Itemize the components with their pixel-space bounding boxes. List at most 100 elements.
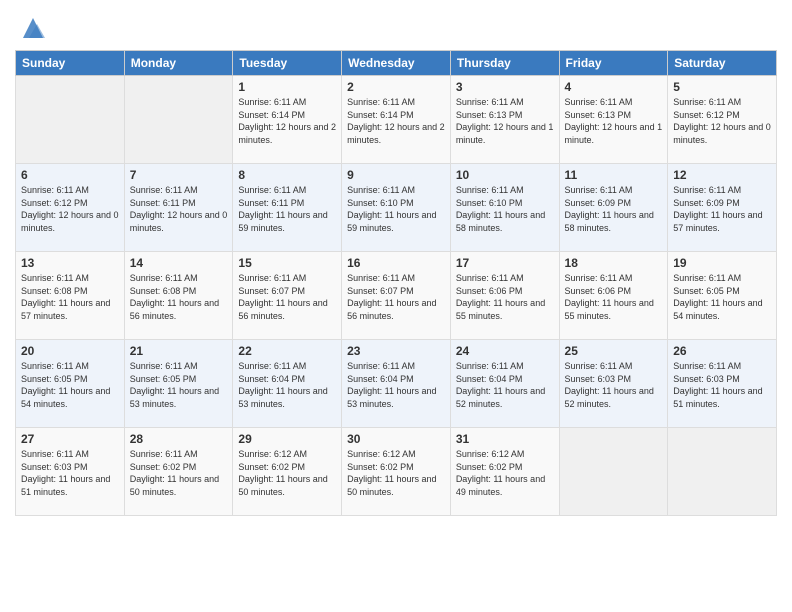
day-info: Sunrise: 6:11 AM Sunset: 6:08 PM Dayligh…	[130, 272, 228, 322]
day-number: 17	[456, 256, 554, 270]
calendar-cell: 28 Sunrise: 6:11 AM Sunset: 6:02 PM Dayli…	[124, 428, 233, 516]
page-header	[15, 10, 777, 42]
day-info: Sunrise: 6:11 AM Sunset: 6:03 PM Dayligh…	[21, 448, 119, 498]
calendar-cell	[559, 428, 668, 516]
logo-icon	[19, 14, 47, 42]
day-info: Sunrise: 6:11 AM Sunset: 6:03 PM Dayligh…	[673, 360, 771, 410]
calendar-cell: 25 Sunrise: 6:11 AM Sunset: 6:03 PM Dayli…	[559, 340, 668, 428]
day-info: Sunrise: 6:11 AM Sunset: 6:02 PM Dayligh…	[130, 448, 228, 498]
day-number: 1	[238, 80, 336, 94]
day-info: Sunrise: 6:11 AM Sunset: 6:13 PM Dayligh…	[565, 96, 663, 146]
calendar-cell: 23 Sunrise: 6:11 AM Sunset: 6:04 PM Dayli…	[342, 340, 451, 428]
day-number: 19	[673, 256, 771, 270]
day-info: Sunrise: 6:12 AM Sunset: 6:02 PM Dayligh…	[347, 448, 445, 498]
day-info: Sunrise: 6:12 AM Sunset: 6:02 PM Dayligh…	[238, 448, 336, 498]
calendar-week-row: 6 Sunrise: 6:11 AM Sunset: 6:12 PM Daylig…	[16, 164, 777, 252]
day-info: Sunrise: 6:11 AM Sunset: 6:05 PM Dayligh…	[130, 360, 228, 410]
day-number: 4	[565, 80, 663, 94]
weekday-header-row: SundayMondayTuesdayWednesdayThursdayFrid…	[16, 51, 777, 76]
calendar-cell: 30 Sunrise: 6:12 AM Sunset: 6:02 PM Dayli…	[342, 428, 451, 516]
day-info: Sunrise: 6:11 AM Sunset: 6:14 PM Dayligh…	[238, 96, 336, 146]
day-info: Sunrise: 6:11 AM Sunset: 6:11 PM Dayligh…	[238, 184, 336, 234]
weekday-header-sunday: Sunday	[16, 51, 125, 76]
calendar-cell: 18 Sunrise: 6:11 AM Sunset: 6:06 PM Dayli…	[559, 252, 668, 340]
day-number: 18	[565, 256, 663, 270]
day-number: 8	[238, 168, 336, 182]
calendar-week-row: 13Sunrise: 6:11 AM Sunset: 6:08 PM Dayli…	[16, 252, 777, 340]
calendar-cell: 19 Sunrise: 6:11 AM Sunset: 6:05 PM Dayli…	[668, 252, 777, 340]
day-number: 30	[347, 432, 445, 446]
calendar-cell	[124, 76, 233, 164]
day-number: 7	[130, 168, 228, 182]
day-info: Sunrise: 6:11 AM Sunset: 6:08 PM Dayligh…	[21, 272, 119, 322]
calendar-cell: 11Sunrise: 6:11 AM Sunset: 6:09 PM Dayli…	[559, 164, 668, 252]
day-number: 24	[456, 344, 554, 358]
calendar-cell: 4 Sunrise: 6:11 AM Sunset: 6:13 PM Daylig…	[559, 76, 668, 164]
day-info: Sunrise: 6:11 AM Sunset: 6:04 PM Dayligh…	[456, 360, 554, 410]
day-number: 28	[130, 432, 228, 446]
day-info: Sunrise: 6:11 AM Sunset: 6:11 PM Dayligh…	[130, 184, 228, 234]
day-number: 26	[673, 344, 771, 358]
day-number: 21	[130, 344, 228, 358]
day-number: 3	[456, 80, 554, 94]
calendar-cell: 14Sunrise: 6:11 AM Sunset: 6:08 PM Dayli…	[124, 252, 233, 340]
day-number: 31	[456, 432, 554, 446]
calendar-cell: 3 Sunrise: 6:11 AM Sunset: 6:13 PM Daylig…	[450, 76, 559, 164]
day-number: 27	[21, 432, 119, 446]
day-number: 9	[347, 168, 445, 182]
weekday-header-wednesday: Wednesday	[342, 51, 451, 76]
day-number: 29	[238, 432, 336, 446]
calendar-cell: 12Sunrise: 6:11 AM Sunset: 6:09 PM Dayli…	[668, 164, 777, 252]
calendar-week-row: 1 Sunrise: 6:11 AM Sunset: 6:14 PM Daylig…	[16, 76, 777, 164]
calendar-week-row: 20 Sunrise: 6:11 AM Sunset: 6:05 PM Dayli…	[16, 340, 777, 428]
calendar-cell: 10Sunrise: 6:11 AM Sunset: 6:10 PM Dayli…	[450, 164, 559, 252]
calendar-cell	[16, 76, 125, 164]
calendar-cell: 1 Sunrise: 6:11 AM Sunset: 6:14 PM Daylig…	[233, 76, 342, 164]
day-info: Sunrise: 6:11 AM Sunset: 6:04 PM Dayligh…	[347, 360, 445, 410]
weekday-header-monday: Monday	[124, 51, 233, 76]
calendar-cell: 16Sunrise: 6:11 AM Sunset: 6:07 PM Dayli…	[342, 252, 451, 340]
day-info: Sunrise: 6:11 AM Sunset: 6:07 PM Dayligh…	[347, 272, 445, 322]
day-number: 10	[456, 168, 554, 182]
calendar-cell: 27 Sunrise: 6:11 AM Sunset: 6:03 PM Dayli…	[16, 428, 125, 516]
calendar-cell: 9 Sunrise: 6:11 AM Sunset: 6:10 PM Daylig…	[342, 164, 451, 252]
day-info: Sunrise: 6:11 AM Sunset: 6:09 PM Dayligh…	[673, 184, 771, 234]
weekday-header-thursday: Thursday	[450, 51, 559, 76]
day-info: Sunrise: 6:11 AM Sunset: 6:03 PM Dayligh…	[565, 360, 663, 410]
day-number: 5	[673, 80, 771, 94]
day-number: 6	[21, 168, 119, 182]
calendar-cell: 24 Sunrise: 6:11 AM Sunset: 6:04 PM Dayli…	[450, 340, 559, 428]
day-info: Sunrise: 6:11 AM Sunset: 6:05 PM Dayligh…	[673, 272, 771, 322]
day-info: Sunrise: 6:11 AM Sunset: 6:12 PM Dayligh…	[21, 184, 119, 234]
day-number: 11	[565, 168, 663, 182]
day-number: 23	[347, 344, 445, 358]
calendar-week-row: 27 Sunrise: 6:11 AM Sunset: 6:03 PM Dayli…	[16, 428, 777, 516]
day-info: Sunrise: 6:11 AM Sunset: 6:06 PM Dayligh…	[565, 272, 663, 322]
calendar-cell: 7 Sunrise: 6:11 AM Sunset: 6:11 PM Daylig…	[124, 164, 233, 252]
calendar-cell: 21 Sunrise: 6:11 AM Sunset: 6:05 PM Dayli…	[124, 340, 233, 428]
calendar-table: SundayMondayTuesdayWednesdayThursdayFrid…	[15, 50, 777, 516]
weekday-header-friday: Friday	[559, 51, 668, 76]
day-info: Sunrise: 6:11 AM Sunset: 6:10 PM Dayligh…	[347, 184, 445, 234]
day-number: 20	[21, 344, 119, 358]
day-number: 25	[565, 344, 663, 358]
calendar-cell: 13Sunrise: 6:11 AM Sunset: 6:08 PM Dayli…	[16, 252, 125, 340]
calendar-cell: 17 Sunrise: 6:11 AM Sunset: 6:06 PM Dayli…	[450, 252, 559, 340]
calendar-cell: 31Sunrise: 6:12 AM Sunset: 6:02 PM Dayli…	[450, 428, 559, 516]
logo	[15, 14, 47, 42]
calendar-cell: 22Sunrise: 6:11 AM Sunset: 6:04 PM Dayli…	[233, 340, 342, 428]
calendar-cell: 6 Sunrise: 6:11 AM Sunset: 6:12 PM Daylig…	[16, 164, 125, 252]
day-info: Sunrise: 6:11 AM Sunset: 6:12 PM Dayligh…	[673, 96, 771, 146]
calendar-cell: 2Sunrise: 6:11 AM Sunset: 6:14 PM Daylig…	[342, 76, 451, 164]
calendar-cell	[668, 428, 777, 516]
day-info: Sunrise: 6:11 AM Sunset: 6:05 PM Dayligh…	[21, 360, 119, 410]
day-info: Sunrise: 6:11 AM Sunset: 6:04 PM Dayligh…	[238, 360, 336, 410]
calendar-cell: 29 Sunrise: 6:12 AM Sunset: 6:02 PM Dayli…	[233, 428, 342, 516]
weekday-header-saturday: Saturday	[668, 51, 777, 76]
calendar-cell: 8 Sunrise: 6:11 AM Sunset: 6:11 PM Daylig…	[233, 164, 342, 252]
day-info: Sunrise: 6:11 AM Sunset: 6:06 PM Dayligh…	[456, 272, 554, 322]
weekday-header-tuesday: Tuesday	[233, 51, 342, 76]
day-info: Sunrise: 6:11 AM Sunset: 6:13 PM Dayligh…	[456, 96, 554, 146]
calendar-cell: 26 Sunrise: 6:11 AM Sunset: 6:03 PM Dayli…	[668, 340, 777, 428]
day-number: 15	[238, 256, 336, 270]
